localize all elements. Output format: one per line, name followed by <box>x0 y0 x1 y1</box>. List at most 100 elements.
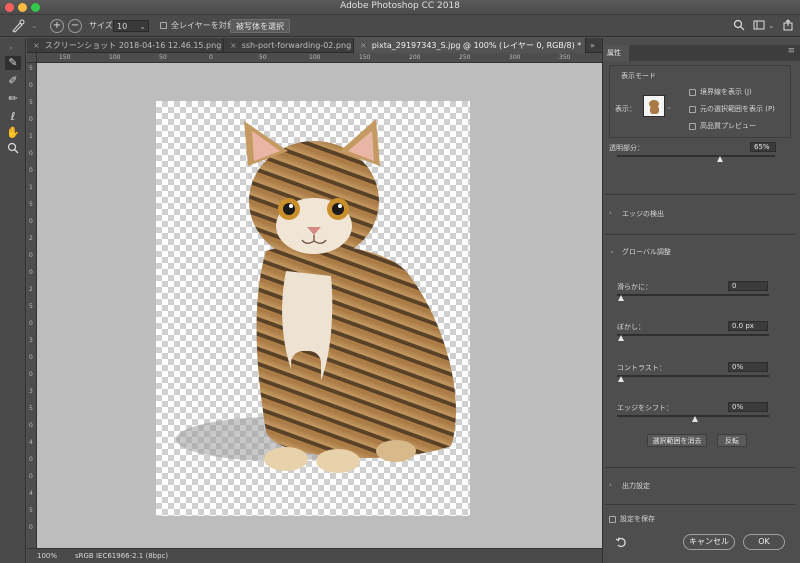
ruler-tick-label: 350 <box>559 54 571 61</box>
invert-button[interactable]: 反転 <box>717 434 747 447</box>
contrast-slider-thumb[interactable] <box>618 376 624 382</box>
close-icon[interactable]: × <box>33 41 40 50</box>
select-subject-button[interactable]: 被写体を選択 <box>230 19 290 33</box>
show-original-checkbox[interactable]: 元の選択範囲を表示 (P) <box>689 104 775 114</box>
ruler-tick-label: 0 <box>29 269 33 276</box>
vertical-ruler[interactable]: 5 0 5 0 1 0 0 1 5 0 2 0 0 2 5 0 3 0 0 3 5 0 4 0 0 4 5 0 <box>27 63 37 548</box>
ruler-tick-label: 5 <box>29 303 33 310</box>
checkbox-icon <box>689 88 696 96</box>
ruler-tick-label: 3 <box>29 337 33 344</box>
lasso-icon[interactable]: ℓ <box>5 110 21 124</box>
divider <box>605 234 795 235</box>
size-input[interactable]: 10 ⌄ <box>113 20 149 32</box>
status-bar: 100% sRGB IEC61966-2.1 (8bpc) <box>27 548 602 563</box>
hand-icon[interactable]: ✋ <box>5 126 21 140</box>
ruler-tick-label: 0 <box>29 456 33 463</box>
quick-selection-brush-icon[interactable] <box>10 19 28 33</box>
workspace-icon[interactable] <box>753 19 765 33</box>
feather-slider[interactable] <box>617 334 769 336</box>
title-bar: Adobe Photoshop CC 2018 <box>0 0 800 15</box>
contrast-input[interactable]: 0% <box>728 362 768 372</box>
cat-thumbnail-icon <box>649 100 659 114</box>
close-icon[interactable]: × <box>360 41 367 50</box>
chevron-right-icon[interactable]: › <box>609 209 612 217</box>
transparency-slider[interactable] <box>617 155 775 157</box>
smooth-input[interactable]: 0 <box>728 281 768 291</box>
close-icon[interactable]: × <box>230 41 237 50</box>
collapse-icon[interactable]: » <box>3 42 19 56</box>
ruler-tick-label: 4 <box>29 439 33 446</box>
ruler-tick-label: 0 <box>29 150 33 157</box>
document-canvas[interactable] <box>156 101 470 516</box>
color-profile[interactable]: sRGB IEC61966-2.1 (8bpc) <box>75 549 168 563</box>
chevron-down-icon[interactable]: ⌄ <box>31 19 38 33</box>
chevron-down-icon[interactable]: ⌄ <box>666 96 672 118</box>
ruler-tick-label: 5 <box>29 65 33 72</box>
panel-header: 属性 ≡ <box>603 45 800 61</box>
chevron-down-icon[interactable]: ⌄ <box>609 247 615 255</box>
ok-button[interactable]: OK <box>743 534 785 550</box>
add-selection-icon[interactable]: + <box>50 19 64 33</box>
clear-selection-button[interactable]: 選択範囲を消去 <box>647 434 707 447</box>
ruler-tick-label: 0 <box>29 82 33 89</box>
global-refine-header[interactable]: グローバル調整 <box>622 247 671 257</box>
brush-icon[interactable]: ✐ <box>5 74 21 88</box>
chevron-down-icon[interactable]: ⌄ <box>768 19 775 33</box>
contrast-slider[interactable] <box>617 375 769 377</box>
transparency-input[interactable]: 65% <box>750 142 776 152</box>
all-layers-checkbox[interactable]: 全レイヤーを対象 <box>160 19 235 33</box>
feather-slider-thumb[interactable] <box>618 335 624 341</box>
show-edges-label: 境界線を表示 (J) <box>700 88 752 96</box>
document-tabs: × スクリーンショット 2018-04-16 12.46.15.png × ssh-… <box>27 38 602 53</box>
chevron-down-icon: ⌄ <box>139 22 146 31</box>
output-settings-header[interactable]: 出力設定 <box>622 481 650 491</box>
tab-label: ssh-port-forwarding-02.png <box>241 41 352 50</box>
ruler-tick-label: 0 <box>29 524 33 531</box>
ruler-tick-label: 5 <box>29 507 33 514</box>
view-mode-thumbnail[interactable] <box>643 95 665 117</box>
options-bar: ⌄ + − サイズ： 10 ⌄ 全レイヤーを対象 被写体を選択 ⌄ <box>0 15 800 37</box>
tools-panel: » ✎ ✐ ✏ ℓ ✋ <box>0 38 26 563</box>
ruler-tick-label: 50 <box>259 54 267 61</box>
transparency-slider-thumb[interactable] <box>716 156 723 162</box>
ruler-origin[interactable] <box>27 53 37 63</box>
share-icon[interactable] <box>782 19 794 33</box>
edge-detection-header[interactable]: エッジの検出 <box>622 209 664 219</box>
horizontal-ruler[interactable]: 1501005005010015020025030035040045050055… <box>37 53 602 63</box>
chevron-right-icon[interactable]: › <box>609 481 612 489</box>
zoom-level[interactable]: 100% <box>37 549 57 563</box>
hq-preview-checkbox[interactable]: 高品質プレビュー <box>689 121 756 131</box>
remember-settings-checkbox[interactable]: 設定を保存 <box>609 514 655 524</box>
smooth-slider-thumb[interactable] <box>618 295 624 301</box>
search-icon[interactable] <box>733 19 745 33</box>
subtract-selection-icon[interactable]: − <box>68 19 82 33</box>
tab-screenshot[interactable]: × スクリーンショット 2018-04-16 12.46.15.png <box>27 38 224 53</box>
smooth-slider[interactable] <box>617 294 769 296</box>
zoom-icon[interactable] <box>5 142 21 156</box>
checkbox-icon <box>160 22 167 29</box>
ruler-tick-label: 4 <box>29 490 33 497</box>
refine-edge-brush-icon[interactable]: ✎ <box>5 56 21 70</box>
shift-edge-input[interactable]: 0% <box>728 402 768 412</box>
feather-input[interactable]: 0.0 px <box>728 321 768 331</box>
ruler-tick-label: 150 <box>359 54 371 61</box>
shift-edge-slider-thumb[interactable] <box>692 416 698 422</box>
ruler-tick-label: 0 <box>29 354 33 361</box>
show-edges-checkbox[interactable]: 境界線を表示 (J) <box>689 87 752 97</box>
ruler-tick-label: 0 <box>29 252 33 259</box>
ruler-tick-label: 50 <box>159 54 167 61</box>
ruler-tick-label: 0 <box>29 422 33 429</box>
quick-selection-icon[interactable]: ✏ <box>5 92 21 106</box>
cancel-button[interactable]: キャンセル <box>683 534 735 550</box>
panel-menu-icon[interactable]: ≡ <box>787 46 795 56</box>
ruler-tick-label: 200 <box>409 54 421 61</box>
tabs-overflow-button[interactable]: » <box>586 38 602 53</box>
panel-title[interactable]: 属性 <box>603 45 629 61</box>
ruler-tick-label: 150 <box>59 54 71 61</box>
ruler-tick-label: 0 <box>29 320 33 327</box>
tab-ssh[interactable]: × ssh-port-forwarding-02.png <box>224 38 354 53</box>
ruler-tick-label: 0 <box>29 167 33 174</box>
reset-icon[interactable] <box>615 536 627 550</box>
contrast-label: コントラスト： <box>617 364 666 372</box>
tab-pixta[interactable]: × pixta_29197343_S.jpg @ 100% (レイヤー 0, RG… <box>354 38 586 53</box>
